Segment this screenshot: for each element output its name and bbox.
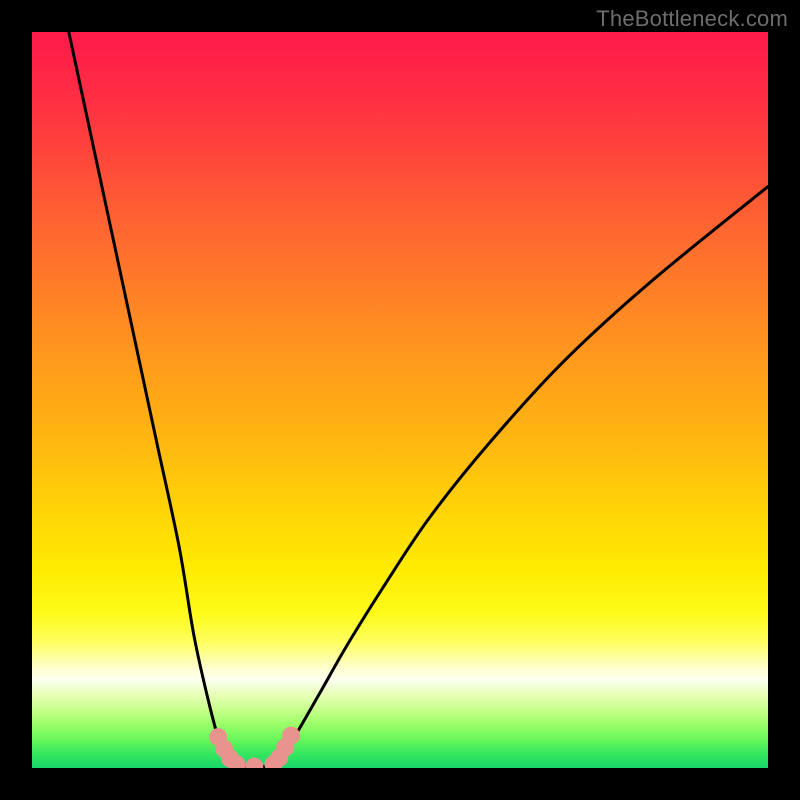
chart-frame: TheBottleneck.com [0,0,800,800]
bottleneck-curve-right [273,187,768,766]
marker-group [209,727,300,768]
marker-dot [245,758,263,768]
bottleneck-curve-left [69,32,237,765]
curve-layer [32,32,768,768]
marker-dot [282,727,300,745]
plot-area [32,32,768,768]
watermark-text: TheBottleneck.com [596,6,788,32]
